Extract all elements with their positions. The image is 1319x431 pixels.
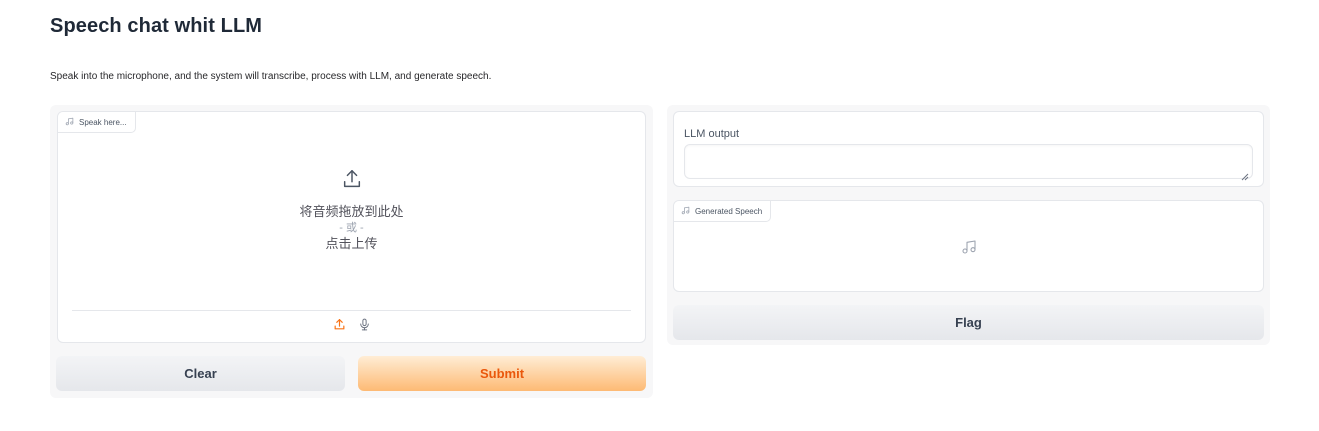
input-panel: Speak here... 将音频拖放到此处 - 或 - 点击上传 Clear …	[50, 105, 653, 398]
output-panel: LLM output Generated Speech Flag	[667, 105, 1270, 345]
llm-output-label: LLM output	[684, 128, 740, 140]
page-title: Speech chat whit LLM	[50, 15, 263, 37]
flag-button[interactable]: Flag	[673, 305, 1264, 340]
audio-drop-zone[interactable]: 将音频拖放到此处 - 或 - 点击上传	[58, 168, 645, 253]
submit-button[interactable]: Submit	[358, 356, 646, 391]
or-text: - 或 -	[339, 222, 364, 234]
music-note-icon	[681, 206, 690, 217]
resize-handle-icon[interactable]	[1241, 168, 1249, 181]
audio-source-selector	[72, 310, 631, 342]
llm-output-block: LLM output	[673, 111, 1264, 187]
page-description: Speak into the microphone, and the syste…	[50, 71, 492, 82]
drop-audio-text: 将音频拖放到此处	[299, 204, 404, 219]
audio-input-block: Speak here... 将音频拖放到此处 - 或 - 点击上传	[57, 111, 646, 343]
audio-input-label-text: Speak here...	[79, 117, 127, 127]
music-note-icon	[65, 117, 74, 128]
generated-speech-block: Generated Speech	[673, 200, 1264, 292]
generated-speech-label-text: Generated Speech	[695, 206, 763, 216]
upload-source-icon[interactable]	[333, 318, 346, 336]
clear-button[interactable]: Clear	[56, 356, 345, 391]
upload-icon	[341, 168, 363, 203]
music-note-placeholder-icon	[961, 239, 977, 255]
llm-output-textbox[interactable]	[684, 144, 1253, 181]
generated-speech-label: Generated Speech	[674, 201, 772, 222]
microphone-icon[interactable]	[358, 318, 371, 336]
click-upload-text: 点击上传	[325, 236, 378, 251]
audio-input-label: Speak here...	[58, 112, 136, 133]
